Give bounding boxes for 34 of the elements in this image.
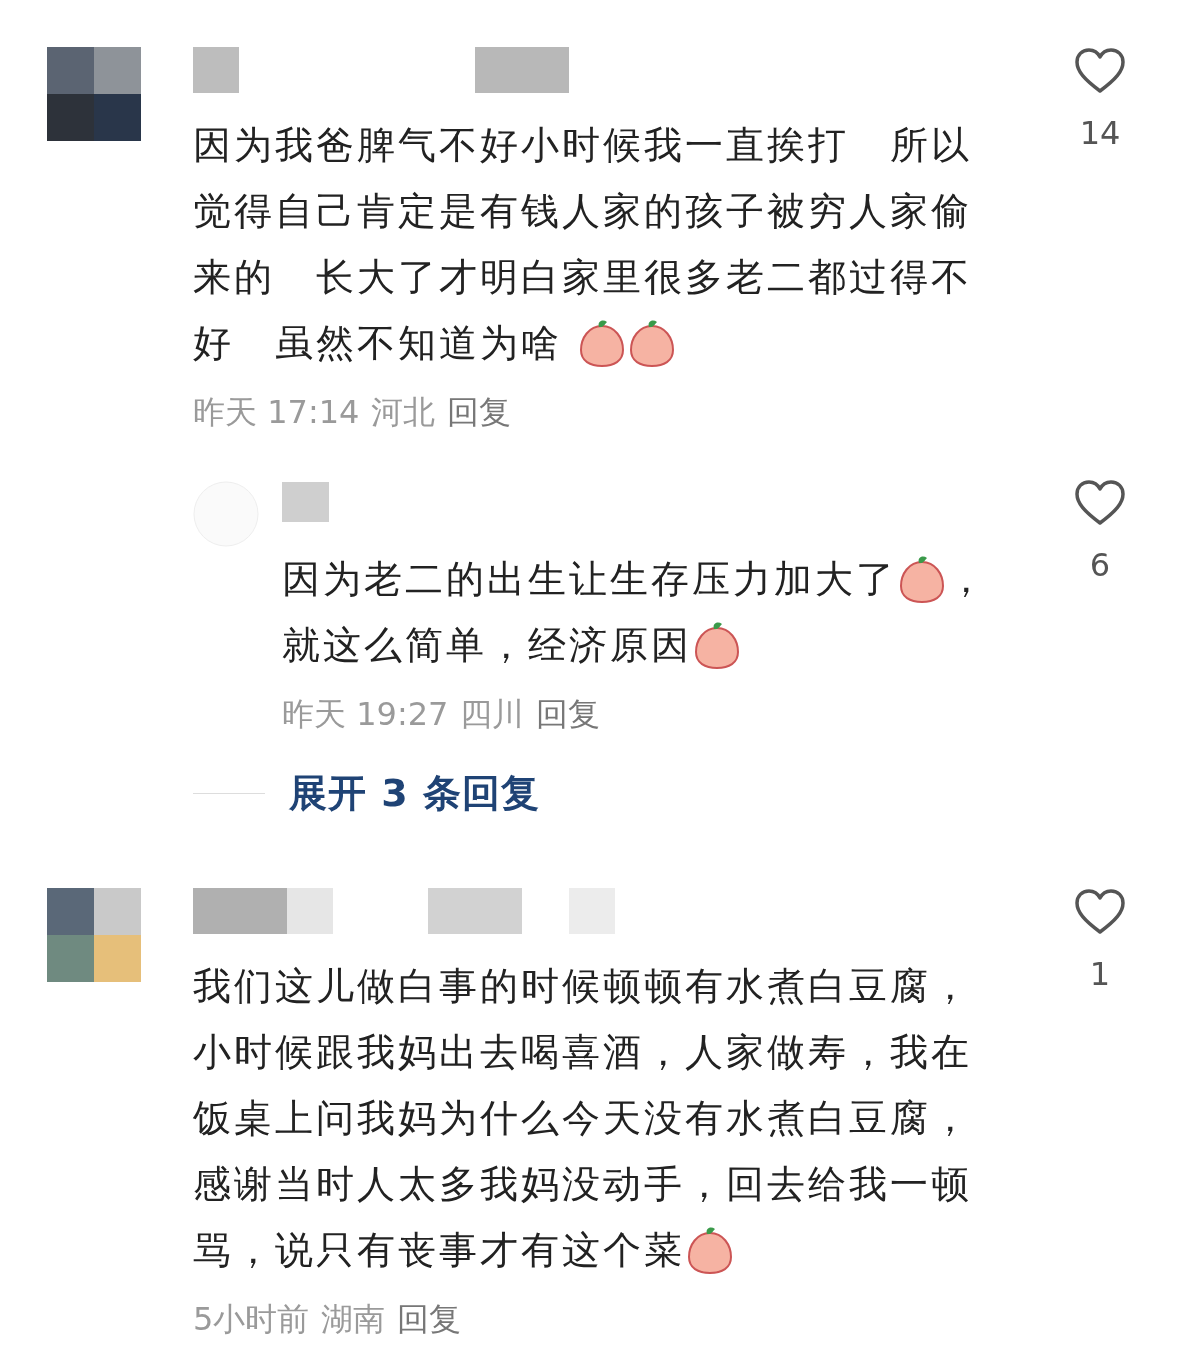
heart-icon[interactable] [1074, 888, 1126, 936]
comment-text: 因为老二的出生让生存压力加大了 [282, 556, 897, 603]
comment-time: 昨天 19:27 [282, 694, 449, 734]
comment-location: 湖南 [321, 1299, 386, 1339]
comment-text: 就这么简单，经济原因 [282, 622, 692, 669]
like-count: 6 [1089, 545, 1111, 585]
comment-text: 好 虽然不知道为啥 [193, 320, 563, 367]
like-count: 14 [1079, 113, 1121, 153]
reply-link[interactable]: 回复 [447, 392, 512, 432]
comment-text: 小时候跟我妈出去喝喜酒，人家做寿，我在 [193, 1029, 972, 1076]
avatar[interactable] [47, 888, 141, 982]
comment-text: 饭桌上问我妈为什么今天没有水煮白豆腐， [193, 1095, 972, 1142]
comment-time: 昨天 17:14 [193, 392, 360, 432]
heart-icon[interactable] [1074, 47, 1126, 95]
comment-location: 四川 [460, 694, 525, 734]
expand-replies-button[interactable]: 展开 3 条回复 [289, 770, 540, 816]
comment-text: 感谢当时人太多我妈没动手，回去给我一顿 [193, 1161, 972, 1208]
like-count: 1 [1089, 954, 1111, 994]
avatar[interactable] [47, 47, 141, 141]
comment-text: 我们这儿做白事的时候顿顿有水煮白豆腐， [193, 963, 972, 1010]
comment-text: 来的 长大了才明白家里很多老二都过得不 [193, 254, 972, 301]
reply-link[interactable]: 回复 [397, 1299, 462, 1339]
comment-time: 5小时前 [193, 1299, 310, 1339]
comment-text: 因为我爸脾气不好小时候我一直挨打 所以 [193, 122, 972, 169]
heart-icon[interactable] [1074, 479, 1126, 527]
reply-link[interactable]: 回复 [536, 694, 601, 734]
comment-text: 觉得自己肯定是有钱人家的孩子被穷人家偷 [193, 188, 972, 235]
emoji-icon [685, 1225, 735, 1275]
redacted-username [282, 479, 329, 525]
comment-text: 骂，说只有丧事才有这个菜 [193, 1227, 685, 1274]
emoji-icon [897, 554, 947, 604]
comment-text: ， [947, 556, 988, 603]
emoji-icon [692, 620, 742, 670]
comment-location: 河北 [371, 392, 436, 432]
